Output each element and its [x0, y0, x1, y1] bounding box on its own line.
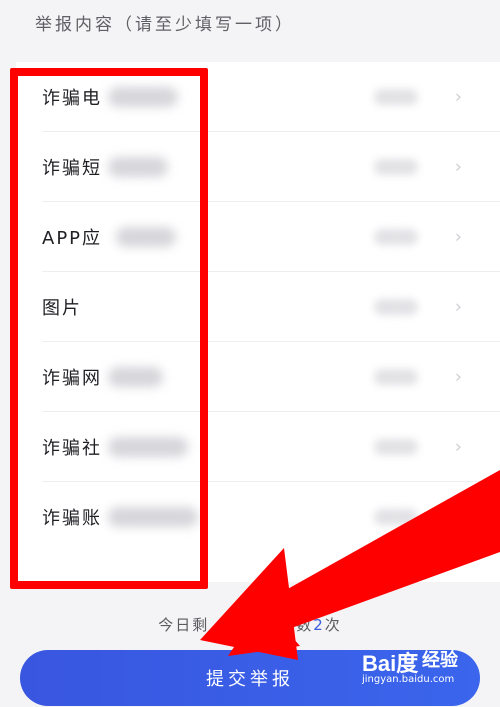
chevron-right-icon: ›: [454, 86, 462, 108]
watermark-url: jingyan.baidu.com: [362, 674, 455, 685]
baidu-jingyan-watermark: Bai度 经验 jingyan.baidu.com: [362, 642, 474, 694]
remaining-suffix: 次数: [279, 616, 314, 634]
blurred-value: [374, 439, 418, 455]
blurred-value: [374, 159, 418, 175]
remaining-prefix: 今日剩: [158, 616, 210, 634]
annotation-highlight-box: [10, 68, 208, 589]
watermark-brand: 经验: [422, 650, 458, 671]
chevron-right-icon: ›: [454, 436, 462, 458]
blurred-value: [374, 229, 418, 245]
remaining-count: 2: [313, 616, 325, 634]
remaining-unit: 次: [324, 616, 342, 634]
blurred-value: [374, 299, 418, 315]
chevron-right-icon: ›: [454, 156, 462, 178]
chevron-right-icon: ›: [454, 366, 462, 388]
remaining-count-text: 今日剩 次数2次: [0, 614, 500, 635]
chevron-right-icon: ›: [454, 296, 462, 318]
section-title: 举报内容（请至少填写一项）: [35, 15, 295, 35]
blurred-value: [374, 89, 418, 105]
chevron-right-icon: ›: [454, 506, 462, 528]
chevron-right-icon: ›: [454, 226, 462, 248]
blurred-value: [374, 369, 418, 385]
blurred-value: [374, 509, 418, 525]
